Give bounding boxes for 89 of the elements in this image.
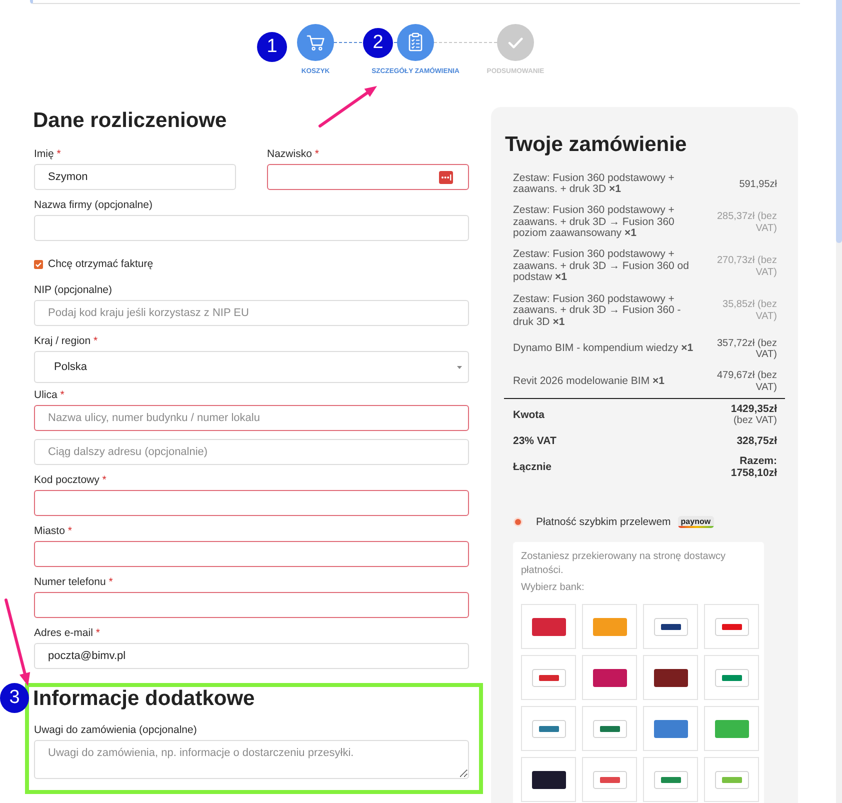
item-price: 479,67zł (bez VAT) [716, 369, 778, 395]
bank-tile[interactable] [643, 604, 698, 650]
text-field[interactable] [267, 164, 469, 190]
radio-button[interactable] [513, 517, 523, 528]
scrollbar-thumb[interactable] [836, 0, 842, 243]
callout-number: 3 [0, 683, 29, 713]
bank-logo-icon [654, 770, 688, 789]
text-field[interactable]: poczta@bimv.pl [34, 643, 469, 669]
field-label: Adres e-mail * [34, 626, 101, 640]
field-label: Nazwa firmy (opcjonalne) [34, 198, 154, 212]
item-price: 357,72zł (bez VAT) [716, 336, 778, 362]
total-label: Łącznie [512, 460, 553, 476]
bank-logo-icon [592, 618, 626, 636]
bank-tile[interactable] [582, 706, 637, 752]
bank-logo-icon [654, 618, 688, 636]
bank-tile[interactable] [521, 655, 576, 700]
field-label: Imię * [34, 147, 62, 161]
bank-tile[interactable] [643, 706, 698, 752]
bank-tile[interactable] [582, 604, 637, 650]
bank-logo-icon [714, 720, 748, 738]
country-select[interactable]: Polska [34, 351, 469, 383]
total-value: 328,75zł [736, 435, 777, 448]
bank-logo-icon [654, 720, 688, 738]
payment-method-label[interactable]: Płatność szybkim przelewem [536, 516, 671, 528]
text-field[interactable] [34, 592, 469, 618]
total-label: 23% VAT [512, 434, 558, 450]
payment-provider-logo: paynow [678, 516, 714, 528]
section-heading: Dane rozliczeniowe [33, 108, 228, 134]
bank-logo-icon [714, 770, 748, 789]
item-price: 591,95zł [738, 178, 778, 192]
step-connector [434, 42, 497, 43]
bank-logo-icon [714, 618, 748, 636]
text-field[interactable]: Nazwa ulicy, numer budynku / numer lokalu [34, 405, 469, 431]
checkbox[interactable] [34, 260, 43, 268]
bank-tile[interactable] [704, 757, 759, 802]
item-price: 35,85zł (bez VAT) [722, 298, 778, 324]
scrollbar-track[interactable] [836, 0, 842, 803]
field-label: Miasto * [34, 524, 73, 538]
callout-number: 1 [257, 32, 287, 62]
bank-tile[interactable] [704, 604, 759, 650]
item-name: Zestaw: Fusion 360 podstawowy + zaawans. + druk 3D → Fusion 360 poziom zaawansowany ×1 [512, 203, 676, 242]
bank-logo-icon [714, 668, 748, 687]
item-name: Zestaw: Fusion 360 podstawowy + zaawans. + druk 3D ×1 [512, 170, 676, 198]
bank-tile[interactable] [704, 706, 759, 752]
redirect-notice: Zostaniesz przekierowany na stronę dostawcy płatności. [521, 550, 727, 578]
bank-logo-icon [592, 720, 626, 738]
text-field[interactable]: Szymon [34, 164, 236, 190]
bank-prompt: Wybierz bank: [521, 581, 586, 596]
field-label: Kod pocztowy * [34, 473, 108, 487]
bank-logo-icon [532, 668, 566, 687]
checkbox-label: Chcę otrzymać fakturę [48, 257, 154, 271]
bank-logo-icon [532, 618, 566, 636]
text-field[interactable] [34, 541, 469, 567]
bank-tile[interactable] [704, 655, 759, 700]
bank-tile[interactable] [643, 757, 698, 802]
caret-icon [457, 366, 462, 368]
field-label: NIP (opcjonalne) [34, 283, 114, 297]
item-name: Zestaw: Fusion 360 podstawowy + zaawans. + druk 3D → Fusion 360 - druk 3D ×1 [512, 292, 682, 330]
text-field[interactable] [34, 490, 469, 516]
bank-logo-icon [532, 720, 566, 738]
item-name: Zestaw: Fusion 360 podstawowy + zaawans. + druk 3D → Fusion 360 od podstaw ×1 [512, 247, 690, 286]
bank-logo-icon [532, 770, 566, 789]
field-label: Uwagi do zamówienia (opcjonalne) [34, 723, 198, 737]
notes-field[interactable]: Uwagi do zamówienia, np. informacje o dostarczeniu przesyłki. [34, 740, 469, 779]
total-value: Razem: 1758,10zł [730, 455, 777, 480]
field-label: Ulica * [34, 388, 66, 402]
section-heading: Informacje dodatkowe [33, 688, 256, 709]
bank-logo-icon [654, 668, 688, 687]
bank-logo-icon [592, 668, 626, 687]
field-label: Nazwisko * [267, 147, 320, 161]
item-name: Dynamo BIM - kompendium wiedzy ×1 [512, 341, 694, 356]
total-note: (bez VAT) [733, 415, 777, 428]
password-dots-icon[interactable] [439, 171, 453, 184]
bank-tile[interactable] [521, 706, 576, 752]
field-label: Numer telefonu * [34, 575, 114, 589]
bank-tile[interactable] [582, 757, 637, 802]
bank-tile[interactable] [521, 757, 576, 802]
total-value: 1429,35zł [730, 403, 777, 416]
bank-tile[interactable] [582, 655, 637, 700]
item-price: 270,73zł (bez VAT) [716, 254, 778, 280]
bank-tile[interactable] [643, 655, 698, 700]
item-price: 285,37zł (bez VAT) [716, 210, 778, 236]
callout-number: 2 [363, 28, 393, 58]
field-label: Kraj / region * [34, 334, 99, 348]
bank-tile[interactable] [521, 604, 576, 650]
item-name: Revit 2026 modelowanie BIM ×1 [512, 374, 666, 390]
total-label: Kwota [512, 408, 546, 424]
bank-logo-icon [592, 770, 626, 789]
order-title: Twoje zamówienie [505, 132, 688, 158]
